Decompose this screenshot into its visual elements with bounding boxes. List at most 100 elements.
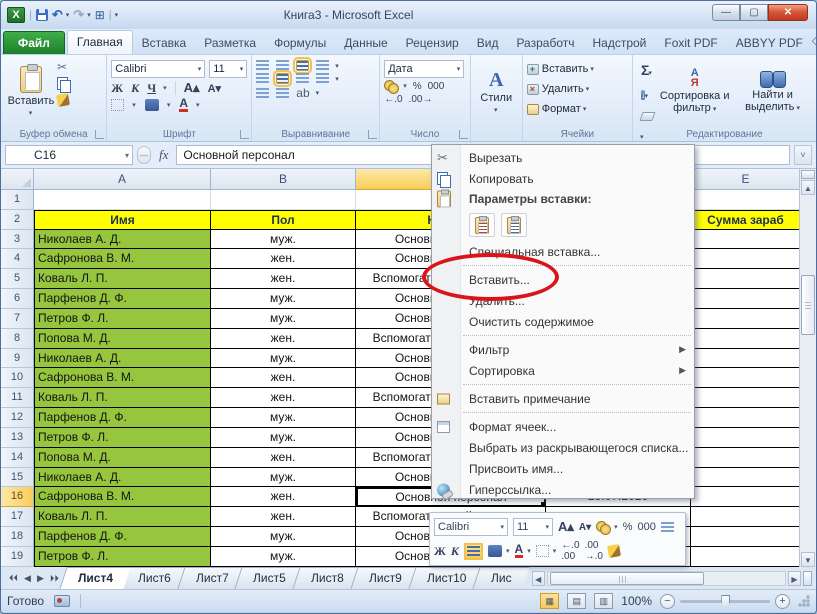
cell-B14[interactable]: жен.: [211, 448, 356, 468]
cell-A14[interactable]: Попова М. Д.: [34, 448, 211, 468]
mini-font-name-select[interactable]: Calibri▾: [434, 518, 508, 536]
cell-E10[interactable]: [691, 368, 801, 388]
align-right-icon[interactable]: [296, 73, 309, 84]
menu-item-копировать[interactable]: Копировать: [432, 168, 694, 189]
cell-A13[interactable]: Петров Ф. Л.: [34, 428, 211, 448]
row-header-9[interactable]: 9: [1, 349, 34, 369]
ribbon-tab-разработч[interactable]: Разработч: [507, 32, 583, 54]
ribbon-tab-рецензир[interactable]: Рецензир: [397, 32, 468, 54]
cell-A7[interactable]: Петров Ф. Л.: [34, 309, 211, 329]
cell-B17[interactable]: жен.: [211, 507, 356, 527]
zoom-in-button[interactable]: +: [775, 594, 790, 609]
font-dialog-launcher[interactable]: [240, 130, 249, 139]
cell-A3[interactable]: Николаев А. Д.: [34, 230, 211, 250]
cell-B8[interactable]: жен.: [211, 329, 356, 349]
number-format-select[interactable]: Дата▾: [384, 60, 464, 78]
cell-B10[interactable]: жен.: [211, 368, 356, 388]
cell-B7[interactable]: муж.: [211, 309, 356, 329]
sheet-tab-лист4[interactable]: Лист4: [59, 567, 130, 589]
menu-item-очистить-содержимое[interactable]: Очистить содержимое: [432, 311, 694, 332]
row-header-1[interactable]: 1: [1, 190, 34, 210]
cell-B5[interactable]: жен.: [211, 269, 356, 289]
normal-view-button[interactable]: ▦: [540, 593, 559, 609]
hscroll-left-button[interactable]: ◀: [532, 571, 545, 586]
cell-A10[interactable]: Сафронова В. М.: [34, 368, 211, 388]
mini-shrink-font-button[interactable]: А▾: [579, 522, 591, 533]
zoom-level-text[interactable]: 100%: [621, 594, 652, 608]
scroll-up-button[interactable]: ▲: [801, 180, 815, 195]
cell-A18[interactable]: Парфенов Д. Ф.: [34, 527, 211, 547]
comma-style-button[interactable]: 000: [428, 81, 445, 92]
menu-item-вставить[interactable]: Вставить...: [432, 269, 694, 290]
insert-cells-button[interactable]: Вставить▾: [527, 60, 628, 78]
mini-merge-icon[interactable]: [661, 522, 674, 533]
percent-style-button[interactable]: %: [413, 81, 422, 92]
cell-A19[interactable]: Петров Ф. Л.: [34, 547, 211, 567]
cell-E16[interactable]: [691, 487, 801, 507]
cell-A16[interactable]: Сафронова В. М.: [34, 487, 211, 507]
font-name-select[interactable]: Calibri▾: [111, 60, 205, 78]
cell-E7[interactable]: [691, 309, 801, 329]
paste-button[interactable]: Вставить▾: [5, 58, 57, 125]
cell-B1[interactable]: [211, 190, 356, 210]
align-center-icon[interactable]: [276, 73, 289, 84]
minimize-ribbon-icon[interactable]: ◇: [812, 34, 817, 47]
font-color-button[interactable]: А: [179, 98, 188, 112]
ribbon-tab-формулы[interactable]: Формулы: [265, 32, 335, 54]
restore-button[interactable]: ▢: [740, 4, 768, 21]
menu-item-присвоить-имя[interactable]: Присвоить имя...: [432, 458, 694, 479]
cell-A6[interactable]: Парфенов Д. Ф.: [34, 289, 211, 309]
cell-B16[interactable]: жен.: [211, 487, 356, 507]
cell-E14[interactable]: [691, 448, 801, 468]
row-header-16[interactable]: 16: [1, 487, 34, 507]
mini-italic-button[interactable]: К: [451, 544, 459, 559]
cell-E2[interactable]: Сумма зараб: [691, 210, 801, 230]
vertical-split-handle[interactable]: [801, 170, 815, 179]
row-header-18[interactable]: 18: [1, 527, 34, 547]
formula-bar-handle[interactable]: —: [137, 146, 151, 164]
cell-B2[interactable]: Пол: [211, 210, 356, 230]
row-header-2[interactable]: 2: [1, 210, 34, 230]
cell-A11[interactable]: Коваль Л. П.: [34, 388, 211, 408]
scroll-down-button[interactable]: ▼: [801, 552, 815, 567]
hscroll-track[interactable]: [547, 571, 786, 586]
cell-A9[interactable]: Николаев А. Д.: [34, 349, 211, 369]
minimize-button[interactable]: —: [712, 4, 740, 21]
borders-button[interactable]: [111, 99, 124, 111]
menu-item-специальная-вставка[interactable]: Специальная вставка...: [432, 241, 694, 262]
ribbon-tab-вставка[interactable]: Вставка: [133, 32, 196, 54]
cell-A1[interactable]: [34, 190, 211, 210]
cut-icon[interactable]: ✂: [57, 60, 70, 74]
ribbon-tab-abbyy-pdf[interactable]: ABBYY PDF: [727, 32, 812, 54]
page-layout-view-button[interactable]: ▤: [567, 593, 586, 609]
paste-values-option-button[interactable]: [501, 213, 527, 237]
cell-E4[interactable]: [691, 249, 801, 269]
cell-B4[interactable]: жен.: [211, 249, 356, 269]
cell-A4[interactable]: Сафронова В. М.: [34, 249, 211, 269]
menu-item-вырезать[interactable]: ✂Вырезать: [432, 147, 694, 168]
cell-A12[interactable]: Парфенов Д. Ф.: [34, 408, 211, 428]
cell-A17[interactable]: Коваль Л. П.: [34, 507, 211, 527]
mini-borders-button[interactable]: [536, 545, 549, 557]
cell-A15[interactable]: Николаев А. Д.: [34, 468, 211, 488]
decrease-indent-icon[interactable]: [256, 88, 269, 99]
mini-accounting-icon[interactable]: [596, 521, 610, 533]
bold-button[interactable]: Ж: [111, 81, 123, 96]
cell-E19[interactable]: [691, 547, 801, 567]
clear-button[interactable]: [639, 112, 655, 121]
row-header-10[interactable]: 10: [1, 368, 34, 388]
close-button[interactable]: ✕: [768, 4, 808, 21]
increase-indent-icon[interactable]: [276, 88, 289, 99]
italic-button[interactable]: К: [131, 81, 139, 96]
zoom-out-button[interactable]: −: [660, 594, 675, 609]
hscroll-right-button[interactable]: ▶: [788, 571, 801, 586]
mini-grow-font-button[interactable]: А▴: [558, 519, 574, 535]
shrink-font-button[interactable]: А▾: [208, 82, 221, 95]
next-sheet-icon[interactable]: ▶: [37, 573, 44, 584]
align-top-icon[interactable]: [256, 60, 269, 71]
increase-decimal-icon[interactable]: ←.0: [384, 94, 402, 105]
row-header-7[interactable]: 7: [1, 309, 34, 329]
merge-center-icon[interactable]: ab: [296, 86, 309, 100]
align-left-icon[interactable]: [256, 73, 269, 84]
accounting-format-icon[interactable]: [384, 80, 398, 92]
